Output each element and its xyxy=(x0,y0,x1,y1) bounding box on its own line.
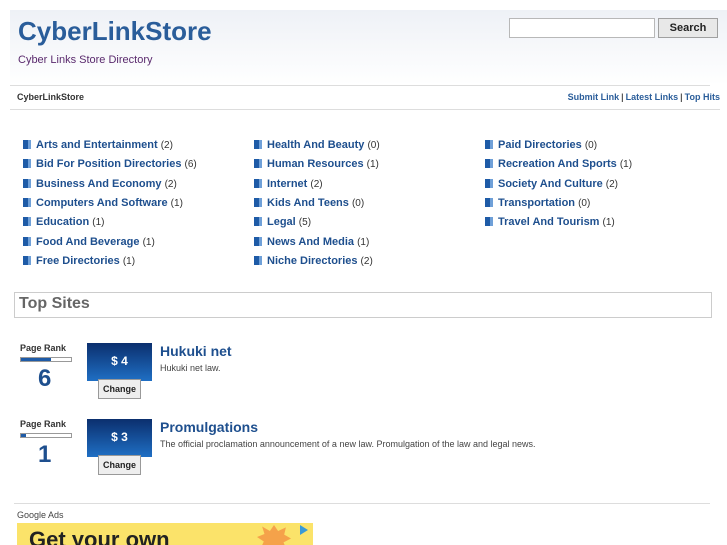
page-rank-bar xyxy=(20,433,72,438)
ads-divider xyxy=(14,503,710,504)
top-sites-header: Top Sites xyxy=(14,292,712,318)
page-rank-label: Page Rank xyxy=(20,419,67,429)
folder-icon xyxy=(23,140,31,149)
category-item[interactable]: Transportation (0) xyxy=(485,197,590,209)
folder-icon xyxy=(485,140,493,149)
folder-icon xyxy=(485,217,493,226)
category-item[interactable]: Computers And Software (1) xyxy=(23,197,183,209)
page-rank-value: 6 xyxy=(38,365,52,392)
folder-icon xyxy=(254,217,262,226)
folder-icon xyxy=(23,256,31,265)
category-item[interactable]: Bid For Position Directories (6) xyxy=(23,158,197,170)
category-item[interactable]: Food And Beverage (1) xyxy=(23,236,155,248)
site-title[interactable]: CyberLinkStore xyxy=(18,16,212,47)
header: CyberLinkStore Cyber Links Store Directo… xyxy=(10,10,727,85)
search-input[interactable] xyxy=(509,18,655,38)
category-item[interactable]: Travel And Tourism (1) xyxy=(485,216,615,228)
google-ads-label: Google Ads xyxy=(17,510,64,520)
separator: | xyxy=(621,92,624,102)
category-item[interactable]: Human Resources (1) xyxy=(254,158,379,170)
breadcrumb[interactable]: CyberLinkStore xyxy=(17,92,84,102)
ad-banner-text: Get your own xyxy=(29,527,170,545)
category-item[interactable]: Society And Culture (2) xyxy=(485,178,618,190)
top-links: Submit Link | Latest Links | Top Hits xyxy=(568,92,720,102)
page-rank-fill xyxy=(21,358,51,361)
change-bid-button[interactable]: Change xyxy=(98,379,141,399)
folder-icon xyxy=(485,179,493,188)
category-item[interactable]: Health And Beauty (0) xyxy=(254,139,380,151)
folder-icon xyxy=(254,237,262,246)
folder-icon xyxy=(254,198,262,207)
ad-banner[interactable]: Get your own xyxy=(17,523,313,545)
category-item[interactable]: News And Media (1) xyxy=(254,236,369,248)
folder-icon xyxy=(23,179,31,188)
site-listing: Page Rank 6 $ 4 Change Hukuki net Hukuki… xyxy=(20,343,700,413)
latest-links-link[interactable]: Latest Links xyxy=(626,92,679,102)
page-rank-label: Page Rank xyxy=(20,343,67,353)
bid-price: $ 3 xyxy=(87,419,152,457)
category-item[interactable]: Niche Directories (2) xyxy=(254,255,373,267)
category-item[interactable]: Kids And Teens (0) xyxy=(254,197,364,209)
nav-divider xyxy=(10,109,720,110)
category-item[interactable]: Legal (5) xyxy=(254,216,311,228)
folder-icon xyxy=(485,159,493,168)
change-bid-button[interactable]: Change xyxy=(98,455,141,475)
folder-icon xyxy=(23,237,31,246)
category-item[interactable]: Recreation And Sports (1) xyxy=(485,158,632,170)
top-hits-link[interactable]: Top Hits xyxy=(685,92,720,102)
category-item[interactable]: Education (1) xyxy=(23,216,104,228)
ad-choices-icon[interactable] xyxy=(300,525,308,535)
top-sites-title: Top Sites xyxy=(19,295,90,312)
category-item[interactable]: Free Directories (1) xyxy=(23,255,135,267)
folder-icon xyxy=(23,217,31,226)
site-description: The official proclamation announcement o… xyxy=(160,439,536,449)
separator: | xyxy=(680,92,683,102)
category-item[interactable]: Arts and Entertainment (2) xyxy=(23,139,173,151)
starburst-icon xyxy=(257,525,291,545)
page-rank-bar xyxy=(20,357,72,362)
category-item[interactable]: Business And Economy (2) xyxy=(23,178,177,190)
folder-icon xyxy=(254,159,262,168)
folder-icon xyxy=(485,198,493,207)
folder-icon xyxy=(23,159,31,168)
submit-link[interactable]: Submit Link xyxy=(568,92,620,102)
bid-price: $ 4 xyxy=(87,343,152,381)
folder-icon xyxy=(254,256,262,265)
page-rank-value: 1 xyxy=(38,441,52,468)
site-listing: Page Rank 1 $ 3 Change Promulgations The… xyxy=(20,419,700,489)
category-item[interactable]: Internet (2) xyxy=(254,178,323,190)
site-title-link[interactable]: Promulgations xyxy=(160,419,258,435)
site-tagline: Cyber Links Store Directory xyxy=(18,54,153,66)
folder-icon xyxy=(23,198,31,207)
folder-icon xyxy=(254,140,262,149)
header-divider xyxy=(10,85,710,86)
site-description: Hukuki net law. xyxy=(160,363,221,373)
page-rank-fill xyxy=(21,434,26,437)
site-title-link[interactable]: Hukuki net xyxy=(160,343,232,359)
folder-icon xyxy=(254,179,262,188)
search-button[interactable]: Search xyxy=(658,18,718,38)
category-item[interactable]: Paid Directories (0) xyxy=(485,139,597,151)
